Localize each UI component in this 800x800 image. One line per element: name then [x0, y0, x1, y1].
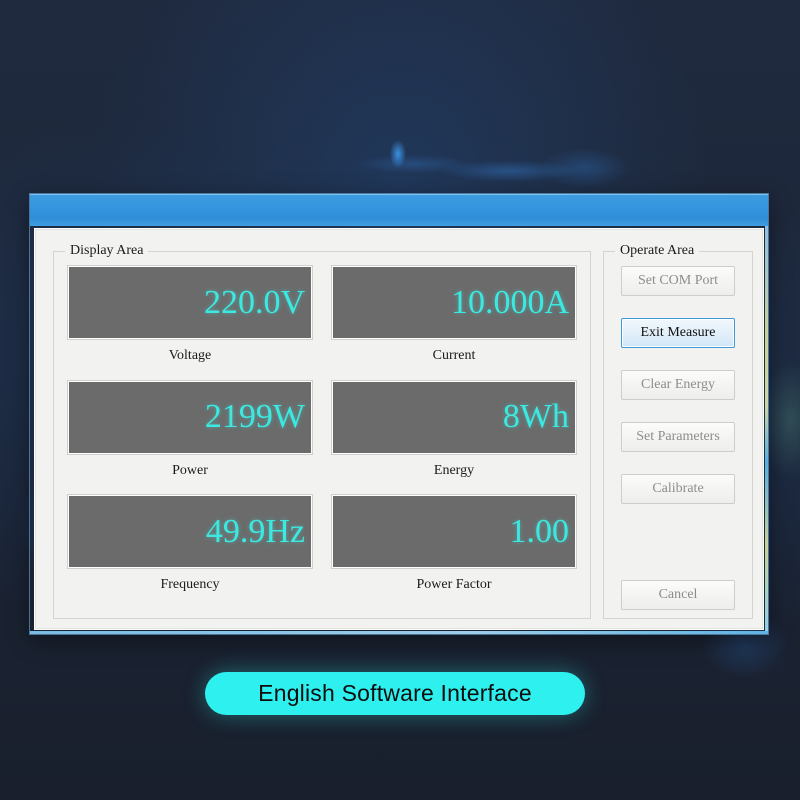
readout-voltage-box: 220.0V — [68, 266, 312, 339]
display-area-legend: Display Area — [65, 243, 149, 259]
readout-power-factor-value: 1.00 — [509, 512, 570, 550]
background-glow-particle — [390, 140, 406, 168]
readout-power-factor: 1.00 Power Factor — [332, 495, 576, 610]
readout-power-value: 2199W — [204, 398, 305, 436]
application-window: Display Area 220.0V Voltage 10.000A Curr… — [30, 194, 768, 634]
readout-frequency: 49.9Hz Frequency — [68, 495, 312, 610]
readout-power: 2199W Power — [68, 380, 312, 496]
set-com-port-button[interactable]: Set COM Port — [621, 266, 735, 296]
window-bottom-accent-strip — [30, 631, 768, 634]
operate-area-legend: Operate Area — [615, 243, 700, 259]
clear-energy-button[interactable]: Clear Energy — [621, 370, 735, 400]
readout-energy-value: 8Wh — [502, 398, 569, 436]
readout-current-value: 10.000A — [450, 283, 569, 321]
calibrate-button[interactable]: Calibrate — [621, 474, 735, 504]
background-glow-streak — [355, 155, 475, 173]
readout-power-factor-box: 1.00 — [332, 495, 576, 569]
window-right-accent-strip — [765, 226, 768, 634]
readout-power-factor-label: Power Factor — [416, 577, 492, 593]
display-area-group: Display Area 220.0V Voltage 10.000A Curr… — [53, 243, 591, 619]
readout-current-box: 10.000A — [332, 266, 576, 339]
readout-voltage: 220.0V Voltage — [68, 266, 312, 381]
readout-current-label: Current — [432, 348, 476, 363]
readout-power-box: 2199W — [68, 380, 312, 454]
set-parameters-button[interactable]: Set Parameters — [621, 422, 735, 452]
readout-energy: 8Wh Energy — [332, 380, 576, 496]
readout-voltage-label: Voltage — [168, 348, 212, 363]
operate-area-group: Operate Area Set COM Port Exit Measure C… — [603, 243, 753, 619]
background-glow-streak — [540, 148, 630, 188]
readout-grid: 220.0V Voltage 10.000A Current 2199W Pow… — [68, 266, 576, 610]
readout-power-label: Power — [172, 462, 208, 478]
operate-button-stack: Set COM Port Exit Measure Clear Energy S… — [604, 266, 752, 610]
readout-frequency-box: 49.9Hz — [68, 495, 312, 569]
window-client-area: Display Area 220.0V Voltage 10.000A Curr… — [34, 228, 764, 630]
readout-voltage-value: 220.0V — [203, 283, 305, 321]
readout-energy-label: Energy — [433, 462, 475, 478]
caption-pill: English Software Interface — [205, 672, 585, 715]
cancel-button[interactable]: Cancel — [621, 580, 735, 610]
readout-frequency-label: Frequency — [160, 577, 220, 593]
window-title-bar[interactable] — [30, 194, 768, 226]
readout-current: 10.000A Current — [332, 266, 576, 381]
background-glow-streak — [440, 160, 580, 182]
exit-measure-button[interactable]: Exit Measure — [621, 318, 735, 348]
readout-frequency-value: 49.9Hz — [205, 512, 305, 550]
caption-text: English Software Interface — [258, 680, 532, 706]
readout-energy-box: 8Wh — [332, 380, 576, 454]
